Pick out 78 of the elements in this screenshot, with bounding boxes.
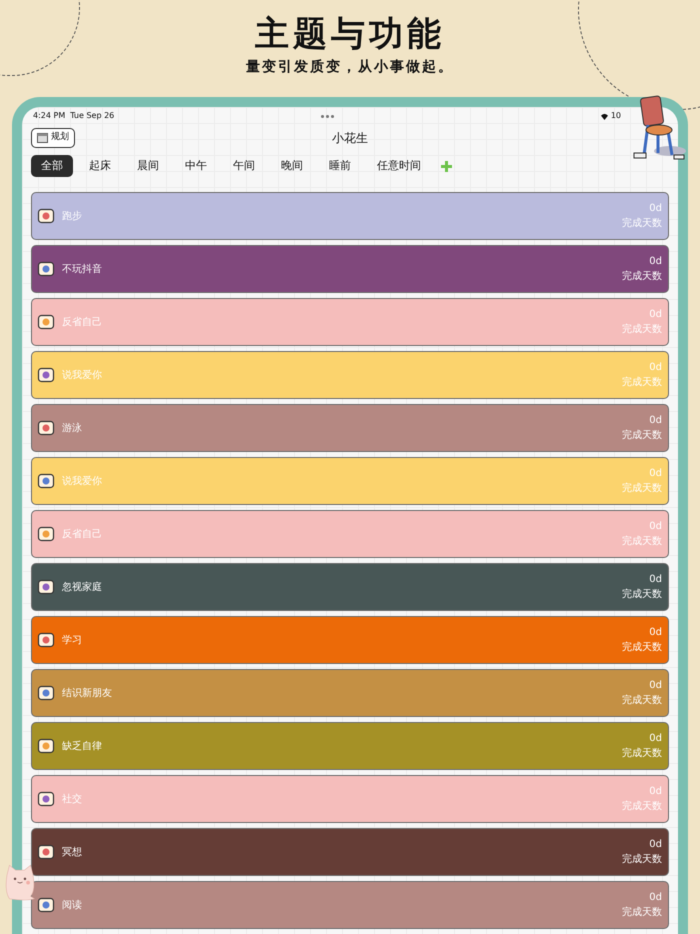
days-caption: 完成天数 <box>622 216 662 231</box>
days-count: 0d <box>649 414 662 428</box>
habit-icon <box>37 896 55 914</box>
habit-icon <box>37 366 55 384</box>
days-caption: 完成天数 <box>622 534 662 549</box>
plan-button[interactable]: 规划 <box>31 128 75 148</box>
habit-name: 不玩抖音 <box>62 262 102 276</box>
days-count: 0d <box>649 308 662 322</box>
habit-icon <box>37 684 55 702</box>
habit-name: 游泳 <box>62 422 82 436</box>
habit-card[interactable]: 忽视家庭 0d 完成天数 <box>31 563 669 611</box>
days-count: 0d <box>649 573 662 587</box>
tab[interactable]: 晚间 <box>271 155 313 177</box>
days-count: 0d <box>649 467 662 481</box>
days-count: 0d <box>649 202 662 216</box>
habit-name: 反省自己 <box>62 528 102 542</box>
days-count: 0d <box>649 785 662 799</box>
days-caption: 完成天数 <box>622 482 662 496</box>
habit-icon <box>37 578 55 596</box>
days-count: 0d <box>649 679 662 693</box>
days-caption: 完成天数 <box>622 428 662 443</box>
days-caption: 完成天数 <box>622 746 662 761</box>
habit-name: 反省自己 <box>62 316 102 330</box>
days-count: 0d <box>649 626 662 640</box>
subtitle: 量变引发质变，从小事做起。 <box>246 58 454 77</box>
wifi-icon <box>600 112 609 120</box>
habit-icon <box>37 737 55 755</box>
days-caption: 完成天数 <box>622 906 662 920</box>
days-caption: 完成天数 <box>622 322 662 337</box>
days-caption: 完成天数 <box>622 270 662 284</box>
habit-name: 社交 <box>62 792 82 806</box>
tab[interactable]: 中午 <box>175 155 217 177</box>
habit-name: 冥想 <box>62 846 82 860</box>
habit-icon <box>37 525 55 543</box>
tab[interactable]: 晨间 <box>127 155 169 177</box>
tab[interactable]: 任意时间 <box>367 155 431 177</box>
battery-percent: 10 <box>610 110 621 122</box>
calendar-icon <box>37 133 48 143</box>
tab[interactable]: 午间 <box>223 155 265 177</box>
habit-icon <box>37 419 55 437</box>
days-caption: 完成天数 <box>622 376 662 390</box>
habit-name: 说我爱你 <box>62 368 102 382</box>
status-date: Tue Sep 26 <box>70 110 114 122</box>
habit-icon <box>37 631 55 649</box>
tab[interactable]: 全部 <box>31 155 73 177</box>
habit-icon <box>37 843 55 861</box>
days-caption: 完成天数 <box>622 640 662 655</box>
habit-name: 说我爱你 <box>62 474 102 488</box>
status-time: 4:24 PM <box>33 110 66 122</box>
habit-name: 忽视家庭 <box>62 580 102 594</box>
habit-name: 学习 <box>62 634 82 648</box>
days-caption: 完成天数 <box>622 800 662 814</box>
habit-icon <box>37 207 55 225</box>
days-caption: 完成天数 <box>622 588 662 602</box>
habit-name: 阅读 <box>62 898 82 912</box>
habit-card[interactable]: 冥想 0d 完成天数 <box>31 828 669 876</box>
habit-icon <box>37 790 55 808</box>
habit-card[interactable]: 不玩抖音 0d 完成天数 <box>31 245 669 293</box>
headline: 主题与功能 <box>255 13 445 56</box>
habit-name: 结识新朋友 <box>62 686 112 700</box>
days-caption: 完成天数 <box>622 694 662 708</box>
days-count: 0d <box>649 891 662 905</box>
habit-name: 跑步 <box>62 210 82 224</box>
tab[interactable]: 睡前 <box>319 155 361 177</box>
habit-icon <box>37 260 55 278</box>
multitask-dots-icon <box>320 114 334 118</box>
tab[interactable]: 起床 <box>79 155 121 177</box>
add-icon[interactable] <box>441 160 452 172</box>
days-count: 0d <box>649 361 662 375</box>
app-title: 小花生 <box>332 130 368 147</box>
days-count: 0d <box>649 732 662 746</box>
habit-icon <box>37 313 55 331</box>
days-caption: 完成天数 <box>622 852 662 867</box>
days-count: 0d <box>649 520 662 534</box>
habit-icon <box>37 472 55 490</box>
habit-name: 缺乏自律 <box>62 740 102 754</box>
days-count: 0d <box>649 838 662 852</box>
days-count: 0d <box>649 255 662 269</box>
